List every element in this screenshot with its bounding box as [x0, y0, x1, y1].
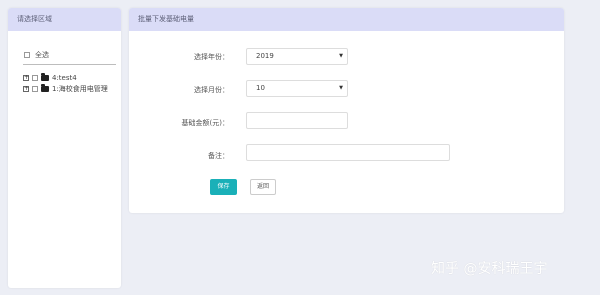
year-value: 2019	[256, 52, 274, 60]
tree-node-checkbox[interactable]	[32, 75, 38, 81]
select-all[interactable]: 全选	[24, 50, 49, 60]
amount-label: 基础金额(元)：	[181, 119, 229, 127]
year-select[interactable]: 2019 ▼	[246, 48, 348, 65]
tree-node-test4[interactable]: + 4:test4	[23, 73, 77, 82]
year-label: 选择年份：	[194, 53, 229, 61]
tree-node-checkbox[interactable]	[32, 86, 38, 92]
month-label: 选择月份：	[194, 86, 229, 94]
batch-form-title: 批量下发基础电量	[129, 8, 564, 31]
region-panel: 请选择区域 全选 + 4:test4 + 1:海校食用电管理	[8, 8, 121, 288]
region-panel-title: 请选择区域	[8, 8, 121, 31]
folder-icon	[41, 73, 49, 81]
batch-form-panel: 批量下发基础电量 选择年份： 2019 ▼ 选择月份： 10 ▼ 基础金额(元)…	[129, 8, 564, 213]
tree-node-label: 1:海校食用电管理	[52, 85, 108, 93]
amount-input[interactable]	[246, 112, 348, 129]
watermark: 知乎 @安科瑞王宇	[431, 261, 548, 277]
save-button[interactable]: 保存	[210, 179, 237, 195]
expand-icon[interactable]: +	[23, 75, 29, 81]
remark-input[interactable]	[246, 144, 450, 161]
folder-icon	[41, 84, 49, 92]
select-all-checkbox[interactable]	[24, 52, 30, 58]
month-select[interactable]: 10 ▼	[246, 80, 348, 97]
month-value: 10	[256, 84, 265, 92]
remark-label: 备注：	[208, 152, 229, 160]
expand-icon[interactable]: +	[23, 86, 29, 92]
back-button[interactable]: 返回	[250, 179, 276, 195]
divider	[23, 64, 116, 65]
chevron-down-icon: ▼	[339, 53, 343, 59]
chevron-down-icon: ▼	[339, 85, 343, 91]
tree-node-label: 4:test4	[52, 74, 77, 82]
select-all-label: 全选	[35, 51, 49, 59]
tree-node-school[interactable]: + 1:海校食用电管理	[23, 84, 108, 94]
